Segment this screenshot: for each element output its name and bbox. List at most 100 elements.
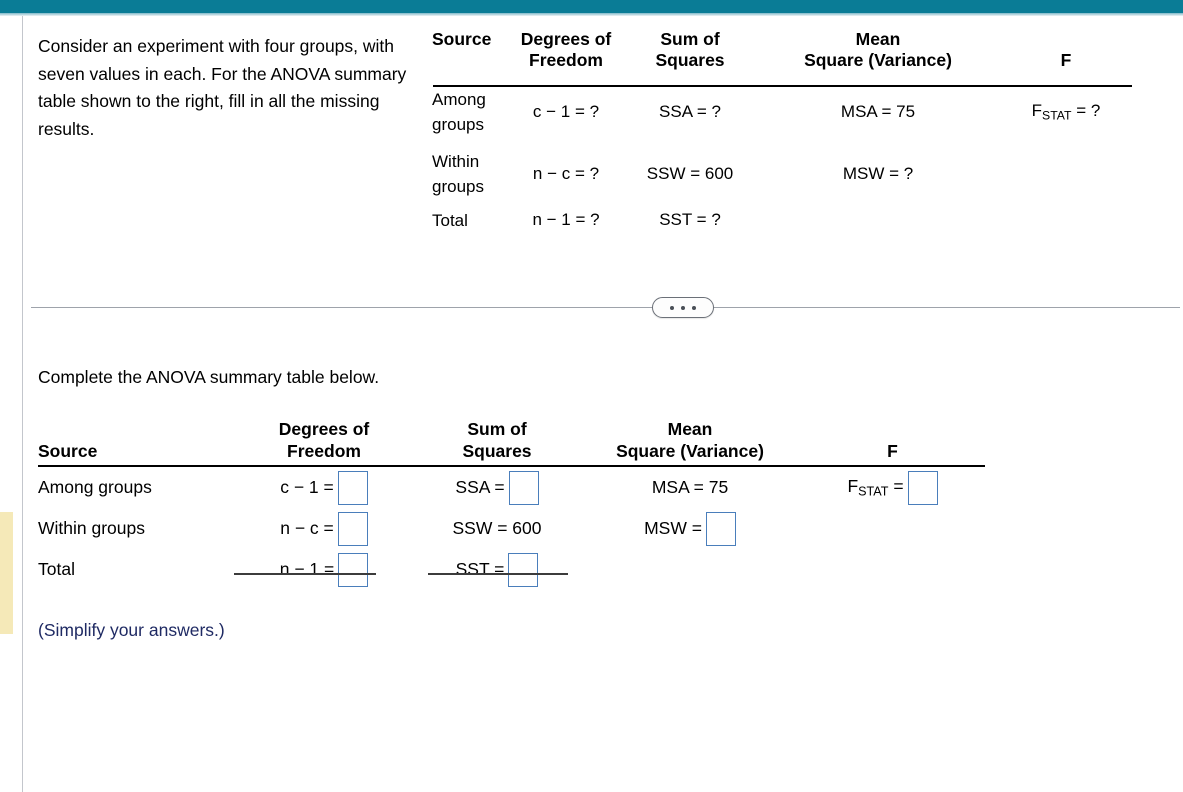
answer-header-sum-of-squares: Sum of Squares: [414, 418, 580, 462]
fstat-input[interactable]: [907, 470, 938, 505]
reference-row0-df: c − 1 = ?: [532, 102, 600, 121]
app-accent-bar: [0, 0, 1183, 13]
section-divider-line: [31, 307, 1180, 308]
reference-row0-source-line2: groups: [432, 115, 484, 134]
answer-row0-ss-label: SSA =: [455, 477, 505, 497]
answer-row1-ss-cell: SSW = 600: [414, 518, 580, 539]
reference-table-header-row: Source Degrees of Freedom Sum of Squares…: [430, 29, 1135, 72]
answer-row0-ss-cell: SSA =: [414, 470, 580, 505]
answer-row0-f-label: FSTAT =: [847, 476, 903, 499]
reference-row-source-within: Within groups: [430, 149, 506, 199]
answer-header-sum-line2: Squares: [462, 441, 532, 461]
reference-row1-source-line2: groups: [432, 177, 484, 196]
answer-anova-table: Source Degrees of Freedom Sum of Squares…: [38, 418, 988, 590]
ssa-input[interactable]: [508, 470, 539, 505]
reference-row-source-among: Among groups: [430, 87, 506, 137]
reference-row0-f-suffix: = ?: [1071, 101, 1101, 121]
df-total-input[interactable]: [338, 552, 369, 587]
question-prompt: Consider an experiment with four groups,…: [38, 36, 407, 139]
answer-table-ss-subtotal-rule: [428, 573, 568, 575]
reference-header-sum-line2: Squares: [655, 50, 725, 70]
reference-header-f-label: F: [1060, 50, 1072, 70]
reference-anova-table: Source Degrees of Freedom Sum of Squares…: [430, 29, 1135, 235]
reference-header-degrees-of-freedom: Degrees of Freedom: [506, 29, 626, 72]
reference-row0-ss: SSA = ?: [659, 102, 721, 121]
answer-row1-ms-label: MSW =: [644, 518, 702, 538]
reference-table-header-rule: [433, 85, 1132, 87]
answer-table-header-row: Source Degrees of Freedom Sum of Squares…: [38, 418, 988, 462]
answer-row0-df-label: c − 1 =: [280, 477, 334, 497]
content-left-border: [22, 16, 23, 792]
answer-header-mean-line1: Mean: [667, 419, 713, 439]
answer-row2-df-label: n − 1 =: [279, 559, 335, 579]
simplify-hint: (Simplify your answers.): [38, 620, 225, 640]
ellipsis-dot-icon: [681, 305, 685, 310]
answer-row1-df-label: n − c =: [280, 518, 334, 538]
left-edge-highlight-strip: [0, 512, 13, 634]
answer-row2-source: Total: [38, 559, 75, 579]
accent-bar-shadow: [0, 13, 1183, 16]
answer-row1-source: Within groups: [38, 518, 145, 538]
answer-row2-ss-cell: SST =: [414, 552, 580, 587]
reference-header-degrees-line2: Freedom: [529, 50, 603, 70]
reference-row1-source-line1: Within: [432, 152, 480, 171]
reference-row1-df: n − c = ?: [532, 164, 600, 183]
answer-header-f-label: F: [887, 441, 898, 461]
reference-row0-f: FSTAT = ?: [1002, 101, 1130, 122]
reference-row1-ms: MSW = ?: [842, 164, 914, 183]
reference-header-mean-line2: Square (Variance): [804, 50, 952, 70]
reference-header-degrees-line1: Degrees of: [520, 29, 612, 49]
reference-header-source: Source: [432, 29, 492, 49]
reference-table-body: Among groups c − 1 = ? SSA = ? MSA = 75 …: [430, 81, 1135, 235]
answer-row1-ms-cell: MSW =: [580, 511, 800, 546]
answer-row2-ss-label: SST =: [455, 559, 505, 579]
reference-table-row: Within groups n − c = ? SSW = 600 MSW = …: [430, 143, 1135, 205]
ellipsis-dot-icon: [692, 305, 696, 310]
sst-input[interactable]: [508, 552, 539, 587]
reference-header-mean-square: Mean Square (Variance): [754, 29, 1002, 72]
expand-ellipsis-button[interactable]: [652, 297, 714, 318]
reference-row2-df: n − 1 = ?: [532, 210, 600, 229]
section-instruction: Complete the ANOVA summary table below.: [38, 367, 380, 387]
reference-header-f: F: [1002, 29, 1130, 72]
ellipsis-dot-icon: [670, 305, 674, 310]
table-row: Total n − 1 = SST =: [38, 549, 988, 590]
reference-table-row: Total n − 1 = ? SST = ?: [430, 205, 1135, 235]
answer-row2-df-cell: n − 1 =: [234, 552, 414, 587]
answer-row0-f-cell: FSTAT =: [800, 470, 985, 505]
answer-header-sum-line1: Sum of: [467, 419, 527, 439]
answer-header-mean-line2: Square (Variance): [616, 441, 764, 461]
answer-row0-ms-label: MSA = 75: [651, 477, 729, 497]
answer-header-f: F: [800, 418, 985, 462]
reference-row0-f-prefix: F: [1031, 101, 1043, 121]
answer-table-df-subtotal-rule: [234, 573, 376, 575]
msw-input[interactable]: [705, 511, 736, 546]
answer-header-degrees-line2: Freedom: [287, 441, 361, 461]
table-row: Among groups c − 1 = SSA = MSA = 75 FSTA…: [38, 467, 988, 508]
reference-row1-ss: SSW = 600: [646, 164, 734, 183]
reference-row0-ms: MSA = 75: [840, 102, 916, 121]
reference-row0-source-line1: Among: [432, 90, 486, 109]
answer-row0-f-subscript: STAT: [858, 484, 889, 499]
reference-header-sum-of-squares: Sum of Squares: [626, 29, 754, 72]
reference-table-row: Among groups c − 1 = ? SSA = ? MSA = 75 …: [430, 81, 1135, 143]
answer-row0-df-cell: c − 1 =: [234, 470, 414, 505]
answer-row0-source: Among groups: [38, 477, 152, 497]
reference-row2-ss: SST = ?: [659, 210, 721, 229]
reference-row-source-total: Total: [432, 210, 468, 230]
reference-row0-f-subscript: STAT: [1042, 108, 1072, 123]
answer-row0-ms-cell: MSA = 75: [580, 477, 800, 498]
answer-row1-df-cell: n − c =: [234, 511, 414, 546]
answer-row1-ss-label: SSW = 600: [452, 518, 542, 538]
answer-header-mean-square: Mean Square (Variance): [580, 418, 800, 462]
answer-row0-f-suffix: =: [888, 476, 904, 497]
answer-header-source: Source: [38, 441, 98, 461]
df-among-groups-input[interactable]: [337, 470, 368, 505]
reference-header-sum-line1: Sum of: [660, 29, 720, 49]
answer-row0-f-prefix: F: [847, 476, 859, 497]
answer-header-degrees-line1: Degrees of: [278, 419, 370, 439]
reference-header-mean-line1: Mean: [855, 29, 901, 49]
df-within-groups-input[interactable]: [337, 511, 368, 546]
table-row: Within groups n − c = SSW = 600 MSW =: [38, 508, 988, 549]
answer-header-degrees-of-freedom: Degrees of Freedom: [234, 418, 414, 462]
